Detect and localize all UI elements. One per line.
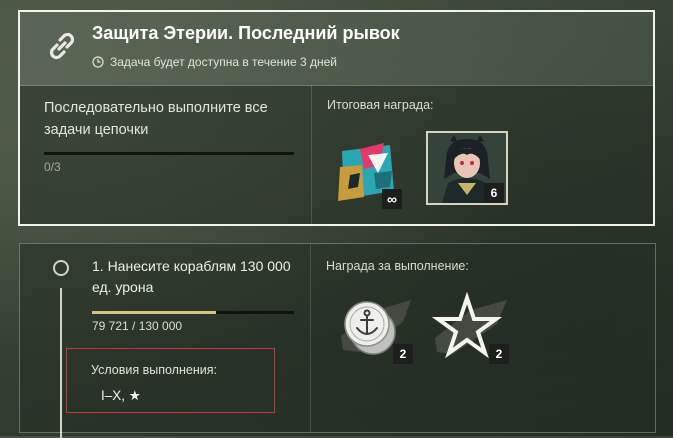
chain-link-icon bbox=[49, 32, 75, 60]
star-count-badge: 2 bbox=[489, 344, 509, 364]
task-progress-bar bbox=[92, 311, 294, 314]
chain-description: Последовательно выполните все задачи цеп… bbox=[44, 100, 268, 138]
final-reward-section: Итоговая награда: ∞ 6 bbox=[312, 85, 653, 224]
conditions-value: I–X, ★ bbox=[101, 388, 141, 403]
chain-progress-bar bbox=[44, 152, 294, 155]
mission-chain-card[interactable]: Защита Этерии. Последний рывок Задача бу… bbox=[18, 10, 655, 226]
camouflage-count-badge: ∞ bbox=[382, 189, 402, 209]
availability-text: Задача будет доступна в течение 3 дней bbox=[110, 55, 337, 69]
task-card[interactable]: 1. Нанесите кораблям 130 000 ед. урона 7… bbox=[19, 243, 656, 438]
star-reward[interactable]: 2 bbox=[431, 291, 513, 366]
conditions-box[interactable]: Условия выполнения: I–X, ★ bbox=[66, 348, 275, 413]
commander-reward[interactable]: 6 bbox=[426, 131, 508, 205]
task-reward-label: Награда за выполнение: bbox=[326, 259, 469, 273]
commander-count-badge: 6 bbox=[484, 183, 504, 203]
task-progress-section: 1. Нанесите кораблям 130 000 ед. урона 7… bbox=[20, 244, 310, 438]
silver-coin-reward[interactable]: 2 bbox=[337, 292, 419, 366]
conditions-label: Условия выполнения: bbox=[91, 363, 217, 377]
task-node-icon bbox=[53, 260, 69, 276]
task-progress-fill bbox=[92, 311, 216, 314]
task-progress-text: 79 721 / 130 000 bbox=[92, 319, 183, 333]
chain-progress-text: 0/3 bbox=[44, 160, 61, 174]
silver-count-badge: 2 bbox=[393, 344, 413, 364]
mission-header: Защита Этерии. Последний рывок Задача бу… bbox=[20, 12, 653, 86]
chain-progress-section: Последовательно выполните все задачи цеп… bbox=[20, 85, 311, 224]
availability-row: Задача будет доступна в течение 3 дней bbox=[92, 55, 337, 69]
task-reward-section: Награда за выполнение: 2 2 bbox=[311, 244, 655, 432]
mission-title: Защита Этерии. Последний рывок bbox=[92, 23, 400, 43]
camouflage-reward[interactable]: ∞ bbox=[334, 143, 404, 209]
final-reward-label: Итоговая награда: bbox=[327, 98, 434, 112]
clock-icon bbox=[92, 56, 104, 68]
task-chain-line bbox=[60, 288, 62, 438]
task-description: 1. Нанесите кораблям 130 000 ед. урона bbox=[92, 258, 291, 295]
